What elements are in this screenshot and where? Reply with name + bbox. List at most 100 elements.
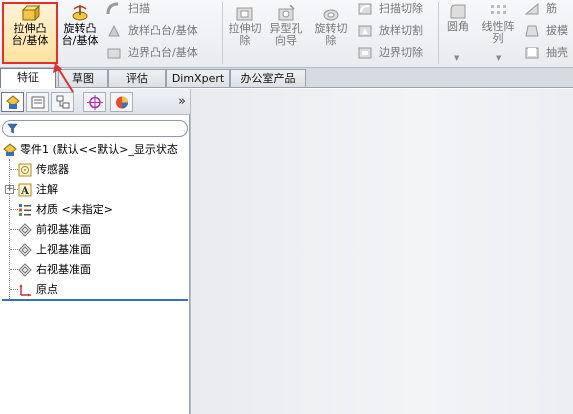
linear-pattern-icon — [491, 5, 506, 14]
revolve-cut-icon — [323, 9, 339, 21]
tab-sketch[interactable]: 草图 — [58, 69, 108, 87]
annotation-icon: A — [18, 183, 32, 197]
loft-boss-icon — [108, 24, 120, 37]
tab-office-products[interactable]: 办公室产品 — [230, 69, 306, 87]
extrude-cut-button[interactable]: 拉伸切 除 — [226, 4, 264, 47]
tab-evaluate[interactable]: 评估 — [108, 69, 166, 87]
rib-icon — [524, 2, 539, 15]
revolve-boss-label-2: 台/基体 — [61, 34, 99, 47]
tree-item-origin[interactable]: 原点 — [18, 280, 188, 300]
top-plane-label: 上视基准面 — [36, 243, 91, 256]
tree-item-material[interactable]: 材质 <未指定> — [18, 200, 188, 220]
tree-item-sensors[interactable]: 传感器 — [18, 160, 188, 180]
panel-more-tabs-button[interactable]: » — [178, 94, 186, 109]
tree-connector — [10, 289, 18, 290]
shell-button[interactable]: 抽壳 — [524, 44, 573, 62]
fillet-button[interactable]: 圆角 — [441, 2, 475, 33]
feature-tree-filter[interactable] — [2, 120, 188, 137]
swept-cut-label: 扫描切除 — [379, 2, 423, 15]
tab-features[interactable]: 特征 — [0, 68, 56, 88]
fillet-dropdown-icon[interactable]: ▼ — [454, 54, 459, 62]
extrude-boss-button[interactable]: 拉伸凸 台/基体 — [2, 2, 58, 64]
swept-boss-icon — [106, 2, 119, 15]
display-manager-icon — [116, 96, 128, 109]
tree-connector — [10, 269, 18, 270]
extrude-cut-label-2: 除 — [239, 34, 251, 47]
ribbon-separator — [438, 2, 439, 64]
fillet-label: 圆角 — [447, 20, 469, 33]
hole-wizard-label-2: 向导 — [275, 34, 297, 47]
material-label: 材质 <未指定> — [36, 203, 113, 216]
boundary-cut-button[interactable]: 边界切除 — [357, 44, 437, 62]
graphics-area[interactable] — [191, 89, 573, 414]
panel-tab-strip: » — [0, 89, 190, 115]
right-plane-label: 右视基准面 — [36, 263, 91, 276]
loft-cut-icon — [358, 25, 372, 37]
tree-connector — [10, 169, 18, 170]
panel-divider — [2, 299, 188, 301]
origin-icon — [19, 284, 31, 297]
extrude-boss-icon — [21, 4, 40, 22]
draft-icon — [525, 25, 539, 37]
feature-manager-tab[interactable] — [1, 92, 24, 112]
boundary-boss-icon — [107, 48, 121, 59]
origin-label: 原点 — [36, 283, 58, 296]
loft-boss-label: 放样凸台/基体 — [128, 24, 198, 37]
loft-cut-label: 放样切割 — [379, 24, 423, 37]
draft-button[interactable]: 拔模 — [524, 22, 573, 40]
boundary-cut-icon — [358, 47, 372, 59]
expand-annotations-toggle[interactable]: + — [5, 185, 14, 194]
loft-boss-button[interactable]: 放样凸台/基体 — [106, 22, 206, 40]
filter-icon — [7, 123, 18, 134]
linear-pattern-button[interactable]: 线性阵 列 — [477, 2, 519, 45]
sensor-icon — [18, 163, 32, 177]
plane-icon — [18, 243, 32, 257]
tree-item-part[interactable]: 零件1 (默认<<默认>_显示状态 — [2, 140, 188, 160]
front-plane-label: 前视基准面 — [36, 223, 91, 236]
tree-item-right-plane[interactable]: 右视基准面 — [18, 260, 188, 280]
configuration-manager-icon — [56, 95, 70, 109]
command-manager-tabs: 特征 草图 评估 DimXpert 办公室产品 — [0, 68, 573, 88]
tree-item-top-plane[interactable]: 上视基准面 — [18, 240, 188, 260]
rib-button[interactable]: 筋 — [524, 0, 573, 18]
part-name: 零件1 (默认<<默认>_显示状态 — [20, 143, 178, 156]
revolve-cut-label-2: 除 — [325, 34, 337, 47]
tree-item-annotations[interactable]: A 注解 — [18, 180, 188, 200]
pattern-dropdown-icon[interactable]: ▼ — [496, 54, 501, 62]
boundary-boss-label: 边界凸台/基体 — [128, 46, 198, 59]
tree-item-front-plane[interactable]: 前视基准面 — [18, 220, 188, 240]
revolve-cut-button[interactable]: 旋转切 除 — [310, 4, 352, 47]
swept-boss-label: 扫描 — [128, 2, 150, 15]
property-manager-icon — [31, 96, 45, 109]
ribbon-separator — [222, 2, 223, 64]
shell-label: 抽壳 — [546, 46, 568, 59]
hole-wizard-icon — [278, 4, 295, 21]
plane-icon — [18, 223, 32, 237]
dimxpert-manager-tab[interactable] — [83, 92, 106, 112]
svg-text:A: A — [20, 186, 29, 197]
tab-dimxpert[interactable]: DimXpert — [166, 69, 230, 87]
draft-label: 拔模 — [546, 24, 568, 37]
boundary-cut-label: 边界切除 — [379, 46, 423, 59]
loft-cut-button[interactable]: 放样切割 — [357, 22, 437, 40]
swept-cut-button[interactable]: 扫描切除 — [357, 0, 437, 18]
revolve-boss-icon — [72, 5, 88, 21]
boundary-boss-button[interactable]: 边界凸台/基体 — [106, 44, 206, 62]
tree-connector — [10, 209, 18, 210]
extrude-cut-icon — [236, 7, 253, 21]
feature-tree-icon — [6, 95, 20, 109]
hole-wizard-button[interactable]: 异型孔 向导 — [265, 4, 307, 47]
shell-icon — [525, 47, 539, 59]
dimxpert-target-icon — [87, 95, 103, 110]
configuration-manager-tab[interactable] — [51, 92, 74, 112]
swept-boss-button[interactable]: 扫描 — [106, 0, 196, 18]
display-manager-tab[interactable] — [110, 92, 133, 112]
revolve-boss-button[interactable]: 旋转凸 台/基体 — [60, 4, 100, 47]
annotations-label: 注解 — [36, 183, 58, 196]
feature-manager-panel: » 零件1 (默认<<默认>_显示状态 传感器 + A 注解 材质 <未指定> … — [0, 89, 190, 414]
linear-pattern-label-2: 列 — [492, 32, 504, 45]
fillet-icon — [450, 4, 466, 19]
sensors-label: 传感器 — [36, 163, 69, 176]
property-manager-tab[interactable] — [26, 92, 49, 112]
rib-label: 筋 — [546, 2, 557, 15]
